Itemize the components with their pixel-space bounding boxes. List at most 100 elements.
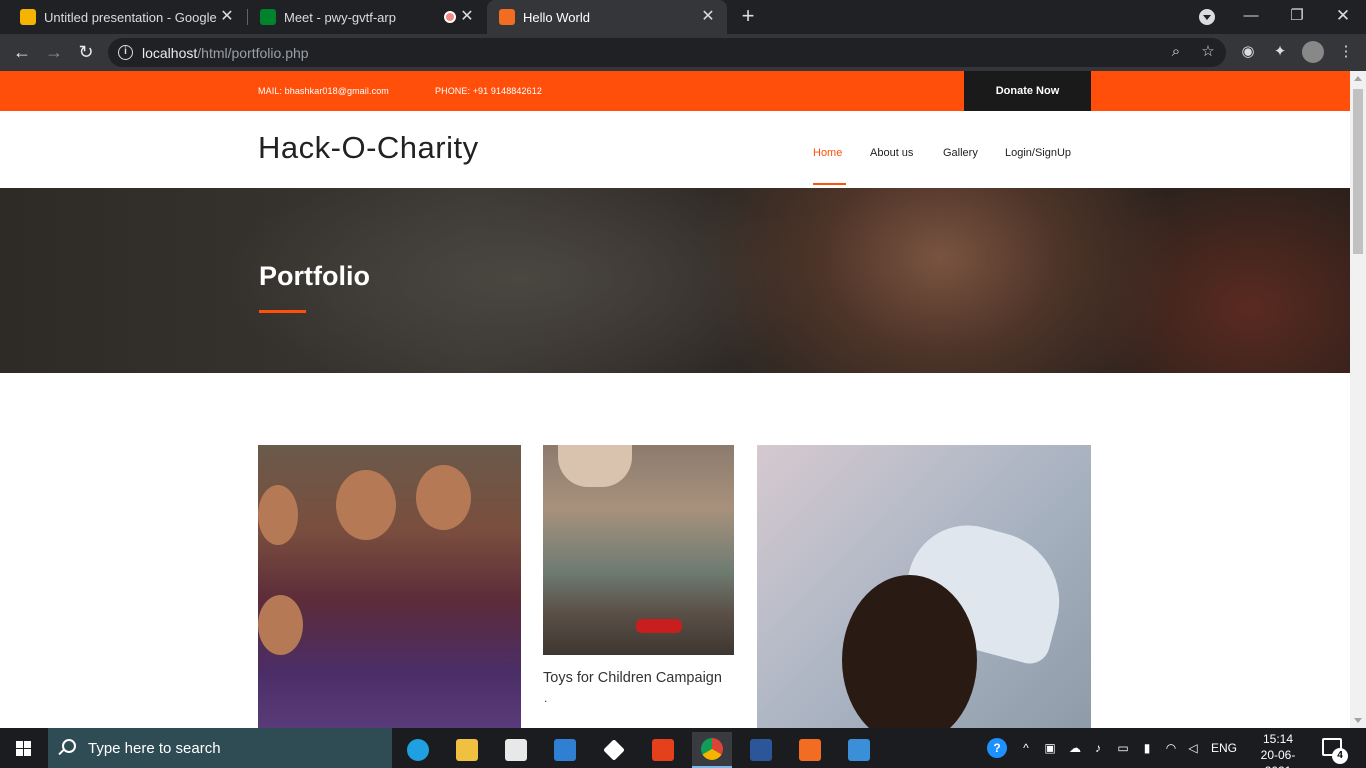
url-text[interactable]: localhost/html/portfolio.php (142, 45, 309, 61)
mail-app[interactable] (545, 732, 585, 768)
scrollbar-thumb[interactable] (1353, 89, 1363, 254)
edge-icon (407, 739, 429, 761)
recording-icon (444, 11, 456, 23)
hero-banner: Portfolio (0, 188, 1350, 373)
close-tab-icon[interactable]: ✕ (699, 8, 717, 26)
nav-about-us[interactable]: About us (870, 147, 913, 159)
windows-logo-icon (16, 741, 32, 756)
address-bar[interactable]: i localhost/html/portfolio.php ⌕ ☆ (108, 38, 1226, 67)
store-app[interactable] (496, 732, 536, 768)
start-button[interactable] (0, 728, 48, 768)
child-face (336, 470, 396, 540)
card-extra-text: . (544, 691, 548, 705)
extension-globe-icon[interactable]: ◉ (1238, 42, 1258, 62)
windows-taskbar: Type here to search ? ^ ▣ ☁ ♪ ▭ ▮ ◠ ◁ EN… (0, 728, 1366, 768)
chrome-app[interactable] (692, 732, 732, 768)
clock-time: 15:14 (1262, 732, 1294, 746)
tab-search-icon[interactable] (1199, 9, 1215, 25)
back-arrow-icon[interactable]: ← (10, 40, 34, 64)
xampp-icon (499, 9, 515, 25)
close-tab-icon[interactable]: ✕ (218, 8, 236, 26)
tab-google-meet[interactable]: Meet - pwy-gvtf-arp ✕ (248, 0, 486, 34)
battery-icon[interactable]: ▮ (1136, 728, 1158, 768)
language-indicator[interactable]: ENG (1208, 728, 1240, 768)
child-face (258, 595, 303, 655)
word-app[interactable] (741, 732, 781, 768)
xampp-app[interactable] (790, 732, 830, 768)
chevron-up-icon[interactable]: ^ (1016, 728, 1036, 768)
browser-toolbar: ← → ↻ i localhost/html/portfolio.php ⌕ ☆… (0, 34, 1366, 71)
display-icon[interactable]: ▭ (1112, 728, 1134, 768)
scroll-down-icon[interactable] (1354, 718, 1362, 723)
dropbox-app[interactable] (594, 732, 634, 768)
bookmark-star-icon[interactable]: ☆ (1198, 42, 1218, 62)
tab-google-slides[interactable]: Untitled presentation - Google Sli ✕ (0, 0, 246, 34)
nav-login-signup[interactable]: Login/SignUp (1005, 147, 1071, 159)
scroll-up-icon[interactable] (1354, 76, 1362, 81)
portfolio-image-child-cap[interactable] (757, 445, 1091, 728)
search-placeholder: Type here to search (88, 740, 221, 757)
folder-icon (456, 739, 478, 761)
help-icon[interactable]: ? (986, 728, 1008, 768)
forward-arrow-icon[interactable]: → (42, 40, 66, 64)
photos-app[interactable] (839, 732, 879, 768)
word-icon (750, 739, 772, 761)
edge-app[interactable] (398, 732, 438, 768)
site-info-icon[interactable]: i (118, 45, 133, 60)
google-meet-icon (260, 9, 276, 25)
portfolio-image-toys-campaign[interactable] (543, 445, 734, 655)
mail-icon (554, 739, 576, 761)
portfolio-image-children-group[interactable] (258, 445, 521, 728)
restore-icon[interactable]: ❐ (1274, 0, 1320, 34)
page-title: Portfolio (259, 261, 370, 291)
meet-now-icon[interactable]: ▣ (1040, 728, 1060, 768)
taskbar-search-box[interactable]: Type here to search (48, 728, 392, 768)
office-icon (652, 739, 674, 761)
menu-kebab-icon[interactable]: ⋮ (1336, 42, 1356, 62)
tab-hello-world[interactable]: Hello World ✕ (487, 0, 727, 34)
notification-count-badge: 4 (1332, 748, 1348, 764)
browser-tab-strip: Untitled presentation - Google Sli ✕ Mee… (0, 0, 1366, 34)
minimize-icon[interactable]: — (1228, 0, 1274, 34)
child-face (416, 465, 471, 530)
site-header: Hack-O-Charity Home About us Gallery Log… (0, 111, 1350, 188)
dropbox-icon (603, 739, 625, 761)
clock-date: 20-06-2021 (1260, 748, 1296, 768)
card-caption[interactable]: Toys for Children Campaign (543, 670, 722, 686)
active-nav-indicator (813, 183, 846, 185)
office-app[interactable] (643, 732, 683, 768)
microphone-icon[interactable]: ♪ (1088, 728, 1108, 768)
nav-home[interactable]: Home (813, 147, 842, 159)
child-hat (558, 445, 632, 487)
close-tab-icon[interactable]: ✕ (458, 8, 476, 26)
photos-icon (848, 739, 870, 761)
site-logo[interactable]: Hack-O-Charity (258, 130, 479, 166)
close-window-icon[interactable]: ✕ (1320, 0, 1366, 34)
xampp-icon (799, 739, 821, 761)
url-path: /html/portfolio.php (197, 45, 309, 61)
file-explorer-app[interactable] (447, 732, 487, 768)
tab-title: Meet - pwy-gvtf-arp (284, 9, 396, 25)
tab-title: Untitled presentation - Google Sli (44, 9, 219, 25)
plus-icon[interactable]: + (737, 5, 759, 27)
toy-car (636, 619, 682, 633)
system-clock[interactable]: 15:14 20-06-2021 (1252, 731, 1304, 768)
zoom-icon[interactable]: ⌕ (1166, 42, 1186, 62)
cloud-offline-icon[interactable]: ☁ (1064, 728, 1086, 768)
title-underline (259, 310, 306, 313)
reload-icon[interactable]: ↻ (74, 40, 98, 64)
contact-mail: MAIL: bhashkar018@gmail.com (258, 86, 389, 96)
volume-icon[interactable]: ◁ (1182, 728, 1204, 768)
nav-gallery[interactable]: Gallery (943, 147, 978, 159)
donate-button[interactable]: Donate Now (964, 71, 1091, 111)
contact-phone: PHONE: +91 9148842612 (435, 86, 542, 96)
child-face (258, 485, 298, 545)
url-host: localhost (142, 45, 198, 61)
contact-bar: MAIL: bhashkar018@gmail.com PHONE: +91 9… (0, 71, 1350, 111)
wifi-icon[interactable]: ◠ (1160, 728, 1182, 768)
page-scrollbar[interactable] (1350, 71, 1366, 728)
chrome-icon (701, 738, 723, 760)
google-slides-icon (20, 9, 36, 25)
extensions-puzzle-icon[interactable]: ✦ (1270, 42, 1290, 62)
profile-avatar[interactable] (1302, 41, 1324, 63)
